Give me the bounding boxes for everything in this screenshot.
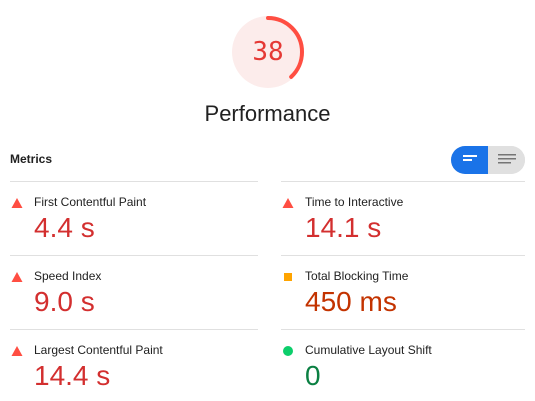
triangle-warning-icon — [11, 272, 23, 282]
list-view-icon — [498, 154, 516, 164]
metric-first-contentful-paint[interactable]: First Contentful Paint 4.4 s — [10, 193, 250, 259]
metric-value: 4.4 s — [34, 212, 95, 243]
bar-view-button[interactable] — [451, 146, 488, 174]
triangle-warning-icon — [11, 198, 23, 208]
metric-label: Cumulative Layout Shift — [305, 343, 432, 357]
square-average-icon — [284, 273, 292, 281]
triangle-warning-icon — [282, 198, 294, 208]
lighthouse-report: 38 Performance Metrics First Contentful … — [0, 0, 535, 401]
metric-label: Total Blocking Time — [305, 269, 409, 283]
metric-label: Largest Contentful Paint — [34, 343, 163, 357]
metric-value: 0 — [305, 360, 321, 391]
metric-label: Speed Index — [34, 269, 102, 283]
metric-label: First Contentful Paint — [34, 195, 147, 209]
list-view-button[interactable] — [488, 146, 525, 174]
metric-value: 14.1 s — [305, 212, 382, 243]
triangle-warning-icon — [11, 346, 23, 356]
metric-label: Time to Interactive — [305, 195, 404, 209]
metric-largest-contentful-paint[interactable]: Largest Contentful Paint 14.4 s — [10, 341, 250, 401]
performance-score: 38 — [252, 37, 284, 67]
metrics-heading: Metrics — [10, 152, 53, 166]
bar-view-icon — [463, 155, 477, 161]
performance-title: Performance — [204, 101, 331, 126]
metrics-view-toggle[interactable] — [451, 146, 525, 174]
metric-value: 14.4 s — [34, 360, 111, 391]
performance-gauge[interactable]: 38 — [232, 16, 304, 88]
metric-value: 9.0 s — [34, 286, 95, 317]
circle-pass-icon — [283, 346, 293, 356]
metric-time-to-interactive[interactable]: Time to Interactive 14.1 s — [281, 193, 521, 259]
metric-divider — [281, 181, 525, 182]
metric-value: 450 ms — [305, 286, 397, 317]
metric-total-blocking-time[interactable]: Total Blocking Time 450 ms — [281, 267, 521, 333]
metric-speed-index[interactable]: Speed Index 9.0 s — [10, 267, 250, 333]
metric-cumulative-layout-shift[interactable]: Cumulative Layout Shift 0 — [281, 341, 521, 401]
metric-divider — [10, 181, 258, 182]
